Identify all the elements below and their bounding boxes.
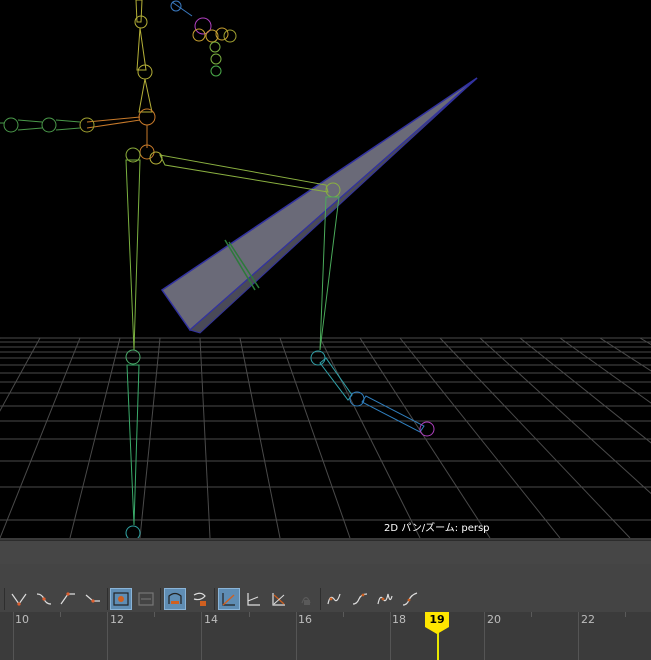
spine-joints — [134, 0, 153, 113]
time-minor-tick — [343, 612, 344, 617]
toolbar-separator — [320, 588, 321, 610]
denormalize-icon[interactable] — [189, 588, 211, 610]
current-frame-label: 19 — [429, 613, 445, 626]
tangent-flat-icon[interactable] — [82, 588, 104, 610]
time-tick — [13, 612, 14, 660]
toolbar-separator — [107, 588, 108, 610]
time-tick — [107, 612, 108, 660]
viewport-hud-label: 2D パン/ズーム: persp — [384, 523, 490, 534]
lock-tangent-weight-icon[interactable] — [295, 588, 317, 610]
ground-grid — [0, 337, 651, 538]
graph-editor-menubar — [0, 540, 651, 564]
left-arm-joints — [0, 117, 95, 133]
time-tick — [578, 612, 579, 660]
pre-post-cycle-icon[interactable] — [374, 588, 396, 610]
unify-tangents-icon[interactable] — [243, 588, 265, 610]
tangent-auto-icon[interactable] — [8, 588, 30, 610]
time-tick — [201, 612, 202, 660]
free-tangent-weight-icon[interactable] — [268, 588, 290, 610]
time-tick-label: 12 — [110, 613, 124, 626]
time-tick — [296, 612, 297, 660]
hip-joints — [86, 108, 156, 160]
tangent-linear-icon[interactable] — [57, 588, 79, 610]
toolbar-separator — [160, 588, 161, 610]
time-tick-label: 20 — [487, 613, 501, 626]
leg-joints — [125, 147, 435, 538]
hand-cluster — [170, 0, 237, 77]
graph-editor-timeline[interactable] — [0, 612, 651, 660]
time-minor-tick — [531, 612, 532, 617]
time-tick-label: 14 — [204, 613, 218, 626]
cycle-offset-icon[interactable] — [399, 588, 421, 610]
tangent-spline-icon[interactable] — [33, 588, 55, 610]
toolbar-separator — [214, 588, 215, 610]
buffer-curve-snapshot-icon[interactable] — [110, 588, 132, 610]
normalize-icon[interactable] — [164, 588, 186, 610]
time-tick-label: 10 — [15, 613, 29, 626]
time-tick-label: 16 — [298, 613, 312, 626]
time-minor-tick — [249, 612, 250, 617]
buffer-curve-swap-icon[interactable] — [135, 588, 157, 610]
sword-prop — [160, 77, 478, 334]
playhead-line[interactable] — [437, 632, 439, 660]
time-tick-label: 22 — [581, 613, 595, 626]
toolbar-separator — [4, 588, 5, 610]
time-minor-tick — [154, 612, 155, 617]
time-tick — [390, 612, 391, 660]
time-tick — [484, 612, 485, 660]
break-tangents-icon[interactable] — [218, 588, 240, 610]
time-minor-tick — [625, 612, 626, 617]
perspective-viewport[interactable]: 2D パン/ズーム: persp — [0, 0, 651, 538]
post-infinity-icon[interactable] — [349, 588, 371, 610]
time-minor-tick — [60, 612, 61, 617]
time-tick-label: 18 — [392, 613, 406, 626]
pre-infinity-icon[interactable] — [324, 588, 346, 610]
viewport-scene — [0, 0, 651, 538]
